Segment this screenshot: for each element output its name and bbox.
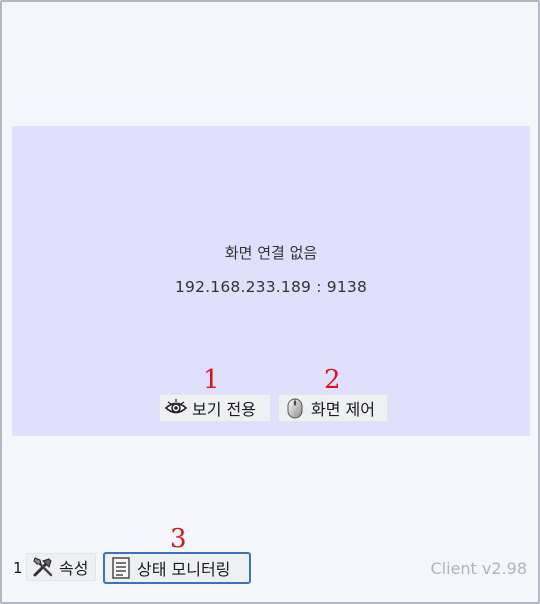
screen-control-label: 화면 제어 (311, 400, 375, 419)
eye-icon (164, 396, 188, 420)
marker-3: 3 (170, 524, 187, 554)
marker-1: 1 (203, 365, 220, 395)
status-monitoring-button[interactable]: 상태 모니터링 (103, 552, 251, 584)
mouse-icon (283, 396, 307, 420)
document-list-icon (109, 556, 133, 580)
client-version: Client v2.98 (430, 559, 528, 578)
connection-address: 192.168.233.189 : 9138 (174, 278, 368, 296)
properties-label: 속성 (59, 559, 89, 578)
marker-2: 2 (324, 365, 341, 395)
screen-control-button[interactable]: 화면 제어 (278, 394, 388, 422)
remote-screen-area: 화면 연결 없음 192.168.233.189 : 9138 보기 전용 화면… (12, 126, 530, 436)
client-index: 1 (13, 559, 23, 577)
tools-icon (31, 555, 55, 579)
properties-button[interactable]: 속성 (26, 553, 96, 581)
view-only-label: 보기 전용 (192, 400, 256, 419)
monitoring-label: 상태 모니터링 (137, 560, 231, 579)
client-window: 화면 연결 없음 192.168.233.189 : 9138 보기 전용 화면… (0, 0, 540, 604)
connection-status: 화면 연결 없음 (224, 244, 318, 262)
view-only-button[interactable]: 보기 전용 (159, 394, 271, 422)
